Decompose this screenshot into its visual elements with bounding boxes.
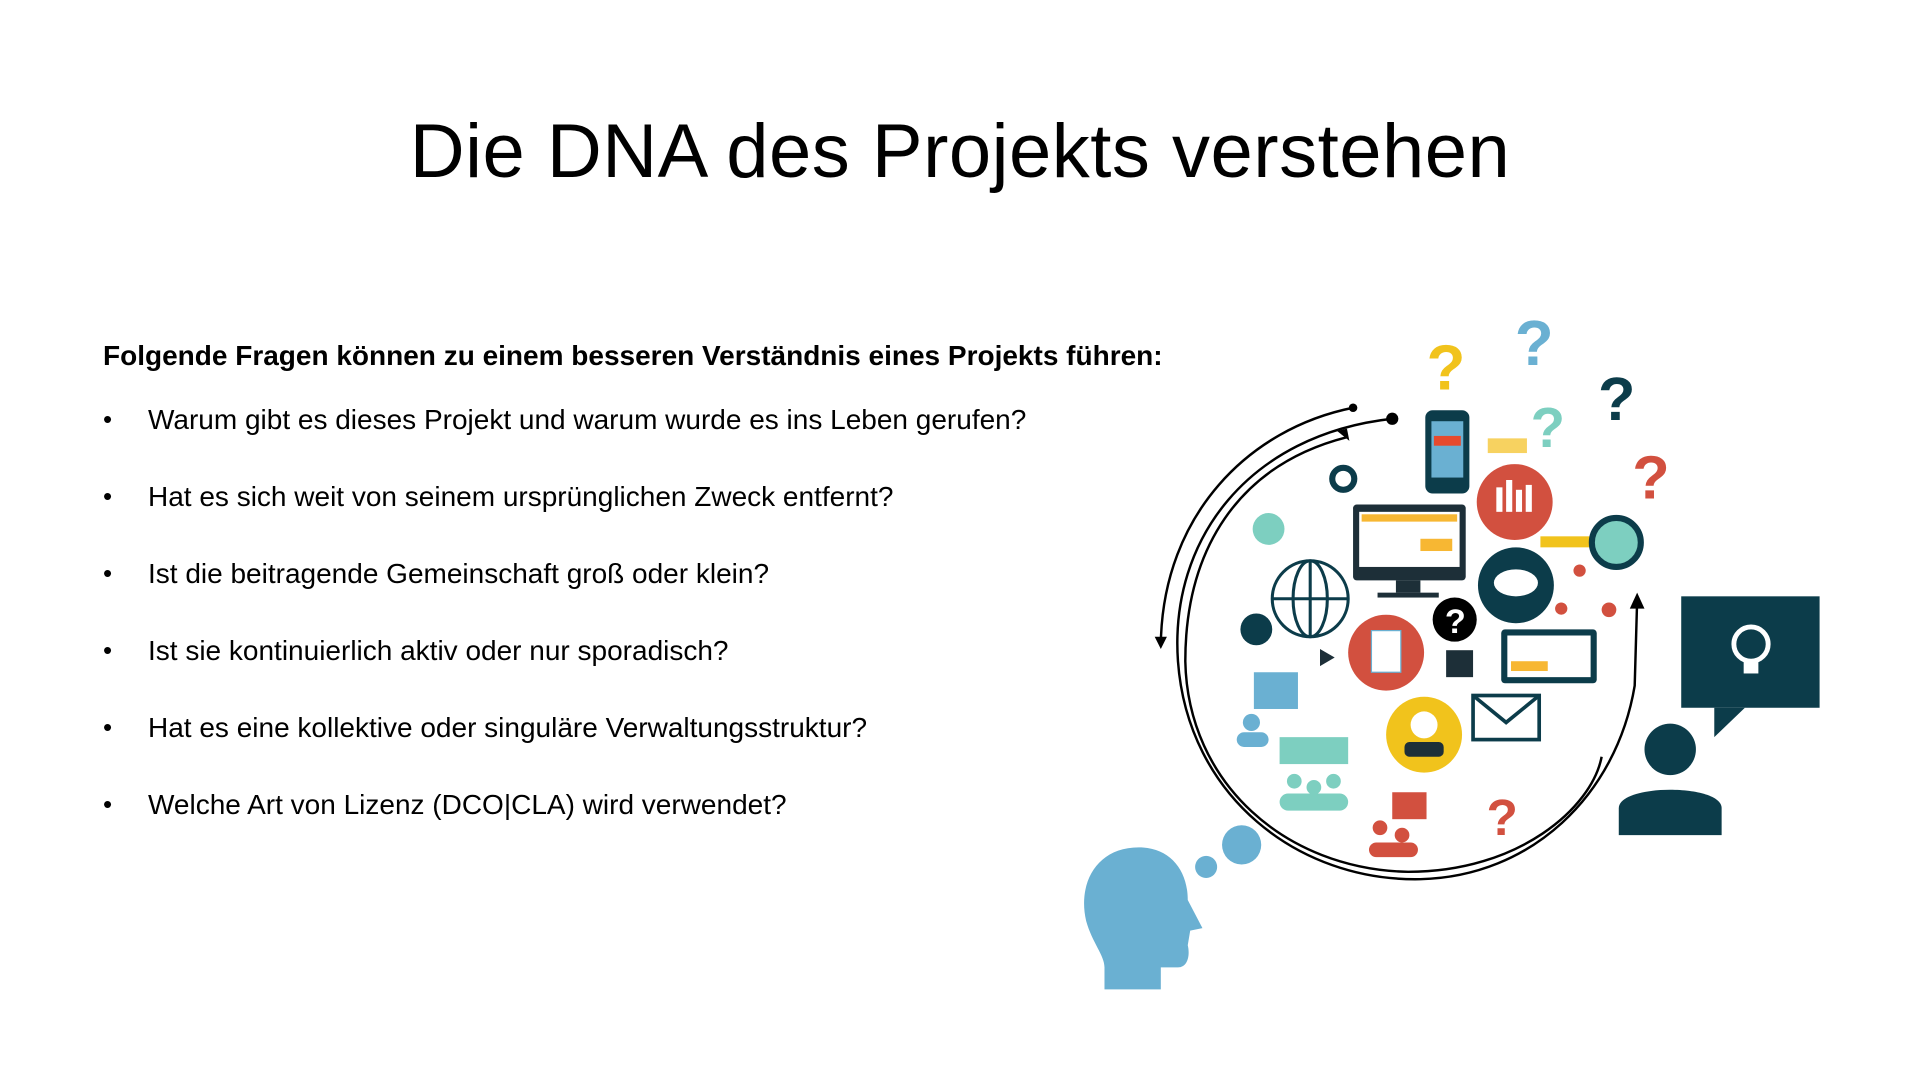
chat-bubble-icon	[1252, 513, 1285, 545]
laptop-icon	[1501, 629, 1597, 684]
square-icon	[1446, 650, 1474, 678]
magnifier-icon	[1540, 514, 1644, 570]
document-icon	[1348, 614, 1425, 691]
play-icon	[1320, 648, 1335, 667]
note-icon	[1487, 438, 1527, 454]
globe-icon	[1270, 559, 1350, 639]
question-mark-icon: ?	[1632, 443, 1669, 511]
chat-bubble-icon	[1240, 613, 1273, 646]
bar-chart-icon	[1476, 464, 1553, 540]
dots-icon	[1555, 564, 1617, 618]
smartphone-icon	[1425, 410, 1470, 494]
question-mark-icon: ?	[1427, 332, 1466, 403]
question-mark-icon: ?	[1531, 396, 1565, 459]
thinking-illustration: ? ? ? ? ? ? ?	[1084, 308, 1820, 990]
team-icon	[1279, 773, 1349, 811]
team-chat-icon	[1279, 737, 1349, 765]
question-mark-icon: ?	[1598, 365, 1635, 433]
user-icon	[1236, 713, 1269, 747]
user-avatar-icon	[1386, 696, 1463, 773]
question-mark-icon: ?	[1487, 788, 1518, 846]
person-with-idea-icon	[1618, 596, 1820, 836]
question-mark-icon: ?	[1515, 308, 1554, 379]
help-icon-glyph: ?	[1445, 603, 1466, 641]
question-users-icon	[1368, 792, 1427, 858]
idea-bubble-icon	[1253, 672, 1298, 709]
gear-icon	[1329, 464, 1358, 493]
thinking-head-icon	[1084, 825, 1262, 990]
monitor-icon	[1353, 504, 1466, 598]
envelope-icon	[1471, 693, 1542, 742]
cloud-icon	[1477, 547, 1554, 624]
